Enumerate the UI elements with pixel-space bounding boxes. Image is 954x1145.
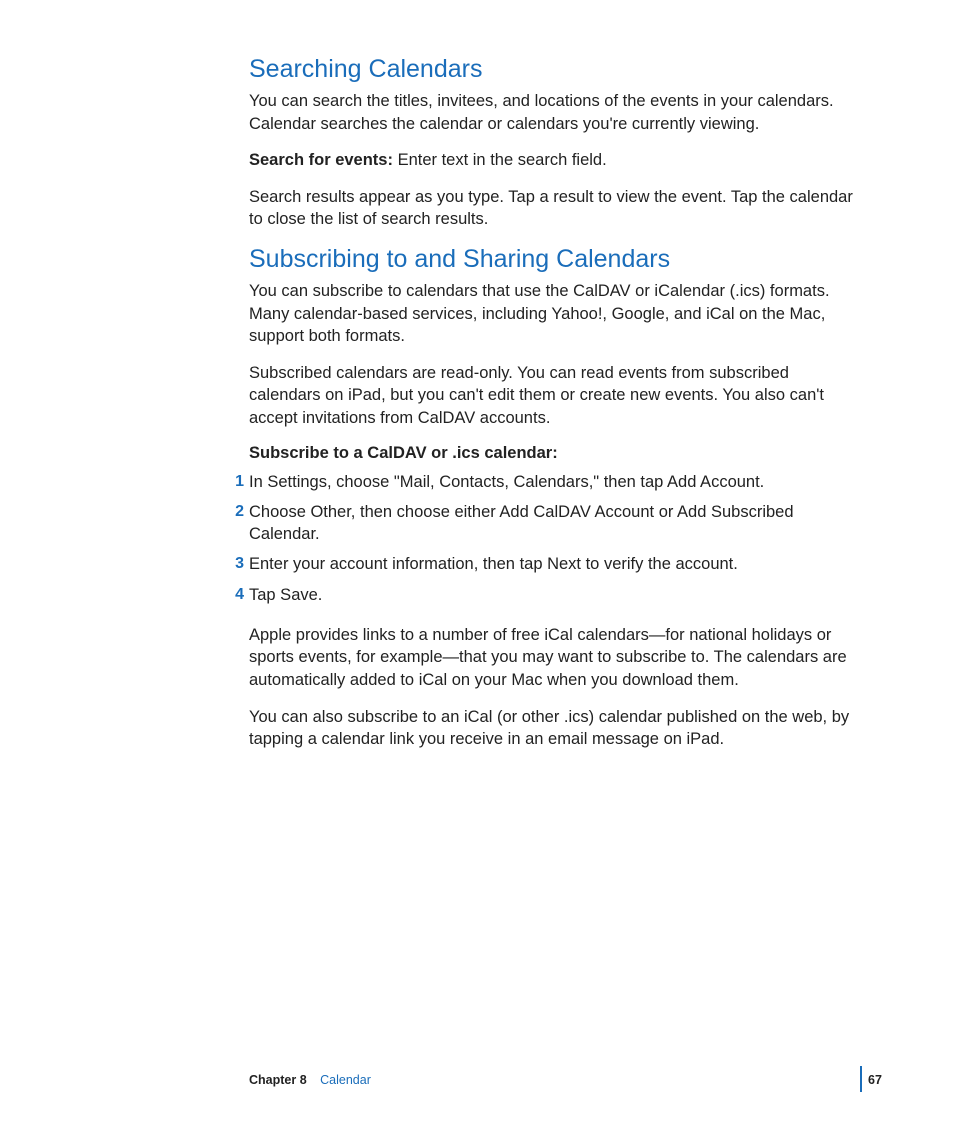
steps-intro: Subscribe to a CalDAV or .ics calendar: [249,444,859,463]
step-text: Choose Other, then choose either Add Cal… [249,503,794,543]
run-in-body: Enter text in the search field. [393,151,607,169]
body-paragraph: You can search the titles, invitees, and… [249,90,859,135]
step-text: Enter your account information, then tap… [249,555,738,573]
run-in-label: Search for events: [249,151,393,169]
page-content: Searching Calendars You can search the t… [249,55,859,765]
step-number: 2 [224,501,244,523]
step-item: 2Choose Other, then choose either Add Ca… [249,501,859,546]
step-text: In Settings, choose "Mail, Contacts, Cal… [249,473,764,491]
heading-searching-calendars: Searching Calendars [249,55,859,84]
step-item: 3Enter your account information, then ta… [249,553,859,575]
step-text: Tap Save. [249,586,322,604]
step-number: 1 [224,471,244,493]
chapter-name: Calendar [320,1073,371,1087]
body-paragraph: You can also subscribe to an iCal (or ot… [249,706,859,751]
heading-subscribing-sharing: Subscribing to and Sharing Calendars [249,245,859,274]
step-number: 4 [224,584,244,606]
body-paragraph: Search results appear as you type. Tap a… [249,186,859,231]
step-number: 3 [224,553,244,575]
page-number: 67 [868,1073,882,1087]
body-paragraph-search-for-events: Search for events: Enter text in the sea… [249,149,859,172]
page-footer: Chapter 8 Calendar [249,1073,879,1087]
footer-divider [860,1066,862,1092]
step-item: 4Tap Save. [249,584,859,606]
chapter-label: Chapter 8 [249,1073,307,1087]
step-item: 1In Settings, choose "Mail, Contacts, Ca… [249,471,859,493]
body-paragraph: Subscribed calendars are read-only. You … [249,362,859,430]
numbered-steps: 1In Settings, choose "Mail, Contacts, Ca… [249,471,859,606]
body-paragraph: You can subscribe to calendars that use … [249,280,859,348]
body-paragraph: Apple provides links to a number of free… [249,624,859,692]
